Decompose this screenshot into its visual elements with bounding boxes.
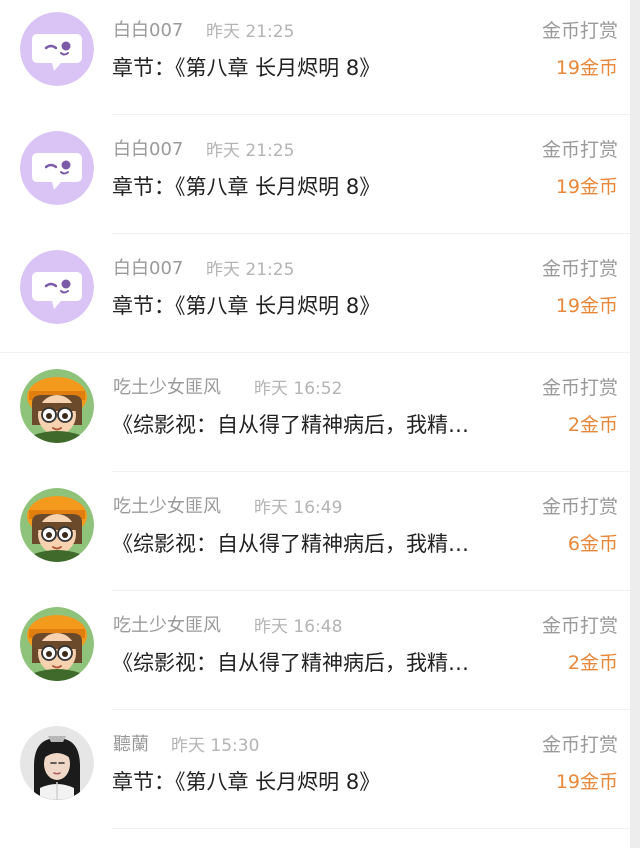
user-name[interactable]: 聽蘭 bbox=[113, 730, 149, 756]
reward-type: 金币打赏 bbox=[541, 20, 618, 42]
user-name[interactable]: 吃土少女匪风 bbox=[113, 492, 221, 518]
reward-type: 金币打赏 bbox=[541, 734, 618, 756]
avatar-cartoon-girl-icon[interactable] bbox=[20, 369, 94, 443]
coin-amount: 19金币 bbox=[555, 771, 618, 793]
reward-content: 章节：《第八章 长月烬明 8》 bbox=[112, 770, 381, 794]
avatar-cartoon-girl-icon[interactable] bbox=[20, 488, 94, 562]
reward-type: 金币打赏 bbox=[541, 139, 618, 161]
list-item[interactable]: 吃土少女匪风 昨天 16:49 《综影视：自从得了精神病后，我精… 金币打赏 6… bbox=[0, 472, 640, 591]
reward-content: 章节：《第八章 长月烬明 8》 bbox=[112, 294, 381, 318]
timestamp: 昨天 16:49 bbox=[254, 498, 343, 518]
avatar-chat-bubble-icon[interactable] bbox=[20, 250, 94, 324]
user-name[interactable]: 吃土少女匪风 bbox=[113, 611, 221, 637]
timestamp: 昨天 21:25 bbox=[206, 260, 295, 280]
user-name[interactable]: 白白007 bbox=[113, 254, 183, 280]
list-item[interactable]: 白白007 昨天 21:25 章节：《第八章 长月烬明 8》 金币打赏 19金币 bbox=[0, 0, 640, 115]
list-item[interactable]: 聽蘭 昨天 15:30 章节：《第八章 长月烬明 8》 金币打赏 19金币 bbox=[0, 710, 640, 829]
timestamp: 昨天 21:25 bbox=[206, 141, 295, 161]
list-item[interactable]: 白白007 昨天 21:25 章节：《第八章 长月烬明 8》 金币打赏 19金币 bbox=[0, 115, 640, 234]
timestamp: 昨天 15:30 bbox=[171, 736, 260, 756]
list-item[interactable]: 白白007 昨天 21:25 章节：《第八章 长月烬明 8》 金币打赏 19金币 bbox=[0, 234, 640, 353]
avatar-costume-portrait-icon[interactable] bbox=[20, 726, 94, 800]
reward-type: 金币打赏 bbox=[541, 615, 618, 637]
timestamp: 昨天 21:25 bbox=[206, 22, 295, 42]
user-name[interactable]: 白白007 bbox=[113, 135, 183, 161]
avatar-cartoon-girl-icon[interactable] bbox=[20, 607, 94, 681]
reward-type: 金币打赏 bbox=[541, 377, 618, 399]
reward-content: 章节：《第八章 长月烬明 8》 bbox=[112, 175, 381, 199]
timestamp: 昨天 16:48 bbox=[254, 617, 343, 637]
reward-content: 《综影视：自从得了精神病后，我精… bbox=[112, 651, 469, 675]
timestamp: 昨天 16:52 bbox=[254, 379, 343, 399]
scrollbar[interactable] bbox=[630, 0, 640, 848]
coin-amount: 19金币 bbox=[555, 176, 618, 198]
coin-amount: 19金币 bbox=[555, 295, 618, 317]
coin-amount: 6金币 bbox=[567, 533, 618, 555]
reward-content: 《综影视：自从得了精神病后，我精… bbox=[112, 413, 469, 437]
reward-type: 金币打赏 bbox=[541, 496, 618, 518]
reward-content: 《综影视：自从得了精神病后，我精… bbox=[112, 532, 469, 556]
coin-amount: 2金币 bbox=[567, 652, 618, 674]
coin-amount: 19金币 bbox=[555, 57, 618, 79]
list-item[interactable]: 吃土少女匪风 昨天 16:52 《综影视：自从得了精神病后，我精… 金币打赏 2… bbox=[0, 353, 640, 472]
avatar-chat-bubble-icon[interactable] bbox=[20, 12, 94, 86]
divider bbox=[112, 828, 640, 829]
user-name[interactable]: 吃土少女匪风 bbox=[113, 373, 221, 399]
reward-content: 章节：《第八章 长月烬明 8》 bbox=[112, 56, 381, 80]
user-name[interactable]: 白白007 bbox=[113, 16, 183, 42]
coin-amount: 2金币 bbox=[567, 414, 618, 436]
list-item[interactable]: 吃土少女匪风 昨天 16:48 《综影视：自从得了精神病后，我精… 金币打赏 2… bbox=[0, 591, 640, 710]
reward-type: 金币打赏 bbox=[541, 258, 618, 280]
avatar-chat-bubble-icon[interactable] bbox=[20, 131, 94, 205]
